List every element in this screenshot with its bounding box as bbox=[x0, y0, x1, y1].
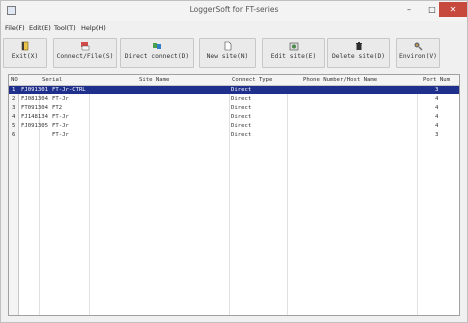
cell-serial: FJ091301 bbox=[21, 87, 48, 93]
table-row[interactable]: 2 FJ081304 FT-Jr Direct 4 bbox=[9, 95, 459, 103]
cell-site-name: FT-Jr-CTRL bbox=[52, 87, 86, 93]
col-header-port-num[interactable]: Port Num bbox=[423, 77, 450, 83]
new-site-button[interactable]: New site(N) bbox=[199, 38, 256, 68]
new-site-label: New site(N) bbox=[206, 53, 249, 60]
edit-site-icon bbox=[289, 42, 298, 51]
cell-connect-type: Direct bbox=[231, 132, 252, 138]
cell-serial: FT091304 bbox=[21, 105, 48, 111]
cell-serial: FJ081304 bbox=[21, 96, 48, 102]
cell-port-num: 4 bbox=[435, 105, 439, 111]
cell-site-name: FT-Jr bbox=[52, 132, 69, 138]
environ-button[interactable]: Environ(V) bbox=[396, 38, 440, 68]
menu-file[interactable]: File(F) bbox=[5, 24, 25, 32]
app-window: LoggerSoft for FT-series – □ ✕ File(F) E… bbox=[0, 0, 468, 323]
table-row[interactable]: 6 FT-Jr Direct 3 bbox=[9, 131, 459, 139]
cell-site-name: FT-Jr bbox=[52, 114, 69, 120]
minimize-button[interactable]: – bbox=[398, 2, 420, 17]
cell-port-num: 3 bbox=[435, 132, 439, 138]
edit-site-label: Edit site(E) bbox=[270, 53, 317, 60]
col-header-site-name[interactable]: Site Name bbox=[139, 77, 169, 83]
menu-tool[interactable]: Tool(T) bbox=[54, 24, 76, 32]
site-table[interactable]: NO Serial Site Name Connect Type Phone N… bbox=[8, 74, 460, 316]
cell-port-num: 3 bbox=[435, 87, 439, 93]
menu-bar: File(F) Edit(E) Tool(T) Help(H) bbox=[1, 21, 467, 35]
col-header-no[interactable]: NO bbox=[11, 77, 18, 83]
environ-icon bbox=[414, 42, 423, 51]
table-header: NO Serial Site Name Connect Type Phone N… bbox=[9, 75, 459, 86]
cell-site-name: FT-Jr bbox=[52, 96, 69, 102]
cell-no: 6 bbox=[12, 132, 16, 138]
exit-icon bbox=[21, 41, 29, 51]
cell-no: 1 bbox=[12, 87, 16, 93]
cell-connect-type: Direct bbox=[231, 105, 252, 111]
col-header-connect-type[interactable]: Connect Type bbox=[232, 77, 272, 83]
table-row[interactable]: 5 FJ091305 FT-Jr Direct 4 bbox=[9, 122, 459, 130]
cell-no: 3 bbox=[12, 105, 16, 111]
menu-edit[interactable]: Edit(E) bbox=[29, 24, 51, 32]
cell-port-num: 4 bbox=[435, 114, 439, 120]
cell-no: 2 bbox=[12, 96, 16, 102]
direct-connect-label: Direct connect(D) bbox=[124, 53, 190, 60]
environ-label: Environ(V) bbox=[399, 53, 437, 60]
cell-site-name: FT-Jr bbox=[52, 123, 69, 129]
col-header-phone-host[interactable]: Phone Number/Host Name bbox=[303, 77, 377, 83]
table-row[interactable]: 4 FJ148134 FT-Jr Direct 4 bbox=[9, 113, 459, 121]
cell-site-name: FT2 bbox=[52, 105, 63, 111]
new-site-icon bbox=[224, 41, 231, 51]
cell-connect-type: Direct bbox=[231, 87, 252, 93]
file-icon bbox=[81, 42, 90, 51]
table-row[interactable]: 1 FJ091301 FT-Jr-CTRL Direct 3 bbox=[9, 86, 459, 94]
edit-site-button[interactable]: Edit site(E) bbox=[262, 38, 325, 68]
connect-file-label: Connect/File(S) bbox=[56, 53, 114, 60]
cell-no: 5 bbox=[12, 123, 16, 129]
menu-help[interactable]: Help(H) bbox=[81, 24, 106, 32]
table-row[interactable]: 3 FT091304 FT2 Direct 4 bbox=[9, 104, 459, 112]
cell-connect-type: Direct bbox=[231, 123, 252, 129]
toolbar: Exit(X) Connect/File(S) Direct connect(D… bbox=[1, 35, 467, 71]
delete-site-label: Delete site(D) bbox=[331, 53, 386, 60]
cell-serial: FJ148134 bbox=[21, 114, 48, 120]
cell-port-num: 4 bbox=[435, 123, 439, 129]
cell-no: 4 bbox=[12, 114, 16, 120]
cell-serial: FJ091305 bbox=[21, 123, 48, 129]
direct-connect-icon bbox=[153, 43, 161, 49]
cell-connect-type: Direct bbox=[231, 96, 252, 102]
connect-file-button[interactable]: Connect/File(S) bbox=[53, 38, 117, 68]
exit-button[interactable]: Exit(X) bbox=[3, 38, 47, 68]
delete-site-icon bbox=[355, 42, 362, 50]
delete-site-button[interactable]: Delete site(D) bbox=[327, 38, 390, 68]
close-button[interactable]: ✕ bbox=[439, 2, 467, 17]
cell-connect-type: Direct bbox=[231, 114, 252, 120]
col-header-serial[interactable]: Serial bbox=[42, 77, 62, 83]
direct-connect-button[interactable]: Direct connect(D) bbox=[120, 38, 194, 68]
exit-label: Exit(X) bbox=[11, 53, 39, 60]
title-bar[interactable]: LoggerSoft for FT-series – □ ✕ bbox=[1, 1, 467, 21]
cell-port-num: 4 bbox=[435, 96, 439, 102]
